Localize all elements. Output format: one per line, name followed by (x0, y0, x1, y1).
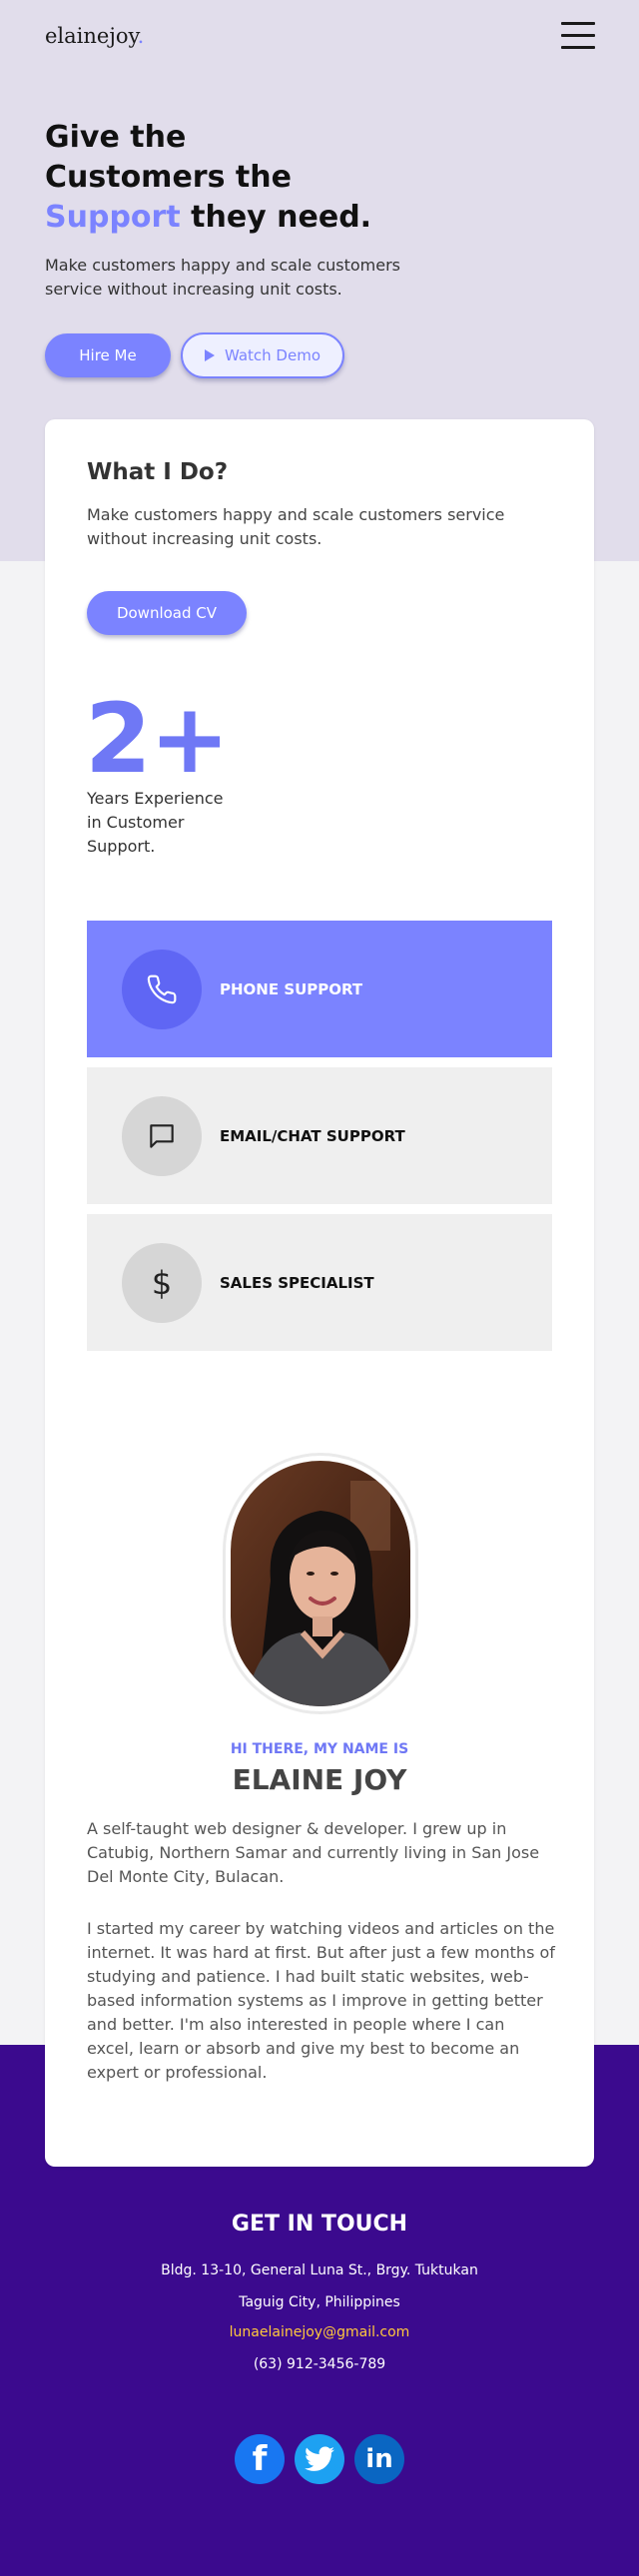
service-sales-specialist[interactable]: $ SALES SPECIALIST (87, 1214, 552, 1351)
play-icon (204, 349, 215, 361)
what-i-do-title: What I Do? (87, 459, 229, 485)
twitter-icon[interactable] (295, 2434, 344, 2484)
service-label: PHONE SUPPORT (220, 979, 363, 998)
watch-demo-button[interactable]: Watch Demo (181, 332, 344, 378)
greeting-text: HI THERE, MY NAME IS (230, 1741, 409, 1757)
hero-subtitle: Make customers happy and scale customers… (45, 256, 400, 299)
bio-paragraph-2: I started my career by watching videos a… (87, 1919, 555, 2082)
profile-photo-frame (223, 1453, 418, 1714)
hero-title-end: they need. (180, 200, 372, 235)
linkedin-glyph: in (365, 2444, 393, 2474)
logo-text: elainejoy (45, 24, 138, 48)
chat-icon (122, 1095, 202, 1176)
facebook-glyph: f (252, 2439, 268, 2479)
hero-title-line1: Give the (45, 120, 187, 155)
main-card: What I Do? Make customers happy and scal… (45, 419, 594, 2167)
profile-photo (231, 1461, 410, 1706)
contact-address-line1: Bldg. 13-10, General Luna St., Brgy. Tuk… (161, 2262, 478, 2278)
site-logo[interactable]: elainejoy. (45, 24, 144, 48)
contact-email-link[interactable]: lunaelainejoy@gmail.com (0, 2324, 639, 2340)
profile-name: ELAINE JOY (232, 1763, 407, 1796)
years-experience-text: Years Experience in Customer Support. (87, 789, 224, 856)
hero-title-line2: Customers the (45, 160, 292, 195)
hamburger-menu-icon[interactable] (561, 20, 595, 50)
contact-phone: (63) 912-3456-789 (253, 2356, 386, 2372)
watch-demo-label: Watch Demo (224, 346, 321, 364)
hire-me-button[interactable]: Hire Me (45, 333, 171, 377)
hero-title: Give the Customers the Support they need… (45, 118, 404, 238)
linkedin-icon[interactable]: in (354, 2434, 404, 2484)
contact-address-line2: Taguig City, Philippines (239, 2294, 400, 2310)
bio-paragraph-1: A self-taught web designer & developer. … (87, 1819, 540, 1886)
phone-icon (122, 949, 202, 1029)
service-email-chat-support[interactable]: EMAIL/CHAT SUPPORT (87, 1067, 552, 1204)
what-i-do-description: Make customers happy and scale customers… (87, 505, 505, 548)
hero-title-accent: Support (45, 200, 181, 235)
years-experience-number: 2+ (85, 683, 230, 795)
logo-dot: . (137, 24, 145, 48)
dollar-icon: $ (122, 1242, 202, 1323)
service-label: EMAIL/CHAT SUPPORT (220, 1126, 405, 1145)
service-phone-support[interactable]: PHONE SUPPORT (87, 921, 552, 1057)
contact-title: GET IN TOUCH (231, 2212, 408, 2237)
facebook-icon[interactable]: f (235, 2434, 285, 2484)
download-cv-button[interactable]: Download CV (87, 591, 247, 635)
service-label: SALES SPECIALIST (220, 1273, 374, 1292)
